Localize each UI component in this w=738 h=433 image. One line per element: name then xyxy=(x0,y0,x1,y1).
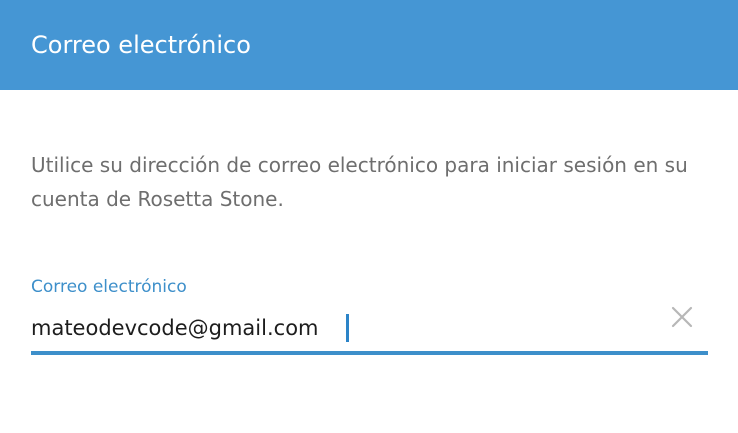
page-title: Correo electrónico xyxy=(31,31,251,59)
clear-email-button[interactable] xyxy=(662,297,702,339)
email-field-label: Correo electrónico xyxy=(31,277,187,297)
text-cursor xyxy=(346,314,349,342)
sign-in-description: Utilice su dirección de correo electróni… xyxy=(31,153,688,211)
email-field-underline xyxy=(31,351,708,355)
email-sign-in-screen: Correo electrónico Utilice su dirección … xyxy=(0,0,738,433)
email-field[interactable] xyxy=(31,308,681,348)
app-header: Correo electrónico xyxy=(0,0,738,90)
close-icon xyxy=(671,306,693,328)
